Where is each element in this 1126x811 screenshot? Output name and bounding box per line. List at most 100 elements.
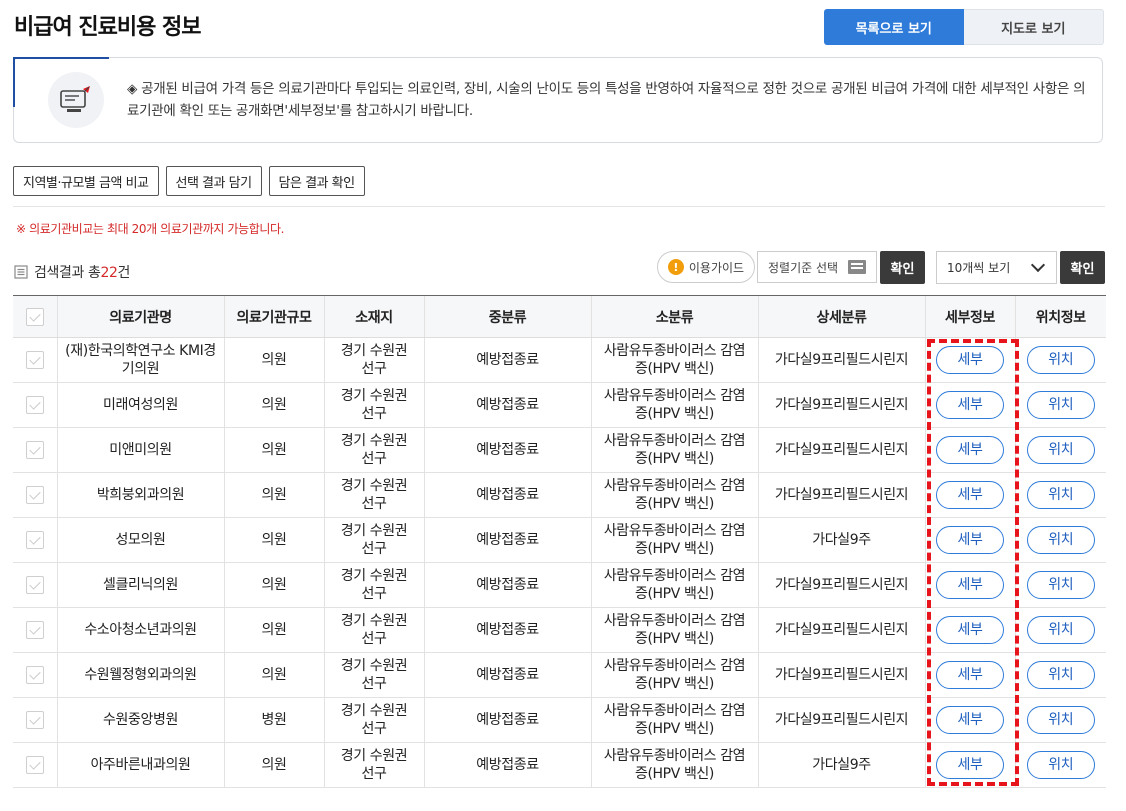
cell-name: 박희붕외과의원	[56, 472, 224, 518]
info-icon: !	[667, 259, 684, 275]
cell-detail-info: 세부	[924, 697, 1015, 743]
select-all-checkbox[interactable]	[25, 307, 44, 326]
location-button[interactable]: 위치	[1026, 661, 1095, 689]
divider	[13, 206, 1105, 207]
detail-button[interactable]: 세부	[936, 481, 1004, 509]
detail-button[interactable]: 세부	[936, 616, 1004, 644]
cell-scale: 의원	[223, 517, 324, 563]
sort-select-label: 정렬기준 선택	[768, 260, 839, 275]
cell-location-info: 위치	[1014, 742, 1106, 788]
cell-detail: 가다실9프리필드시린지	[757, 427, 925, 473]
detail-button[interactable]: 세부	[936, 571, 1004, 599]
usage-guide-button[interactable]: ! 이용가이드	[657, 251, 755, 283]
row-checkbox[interactable]	[25, 486, 44, 504]
cell-scale: 병원	[223, 697, 324, 743]
cell-location-info: 위치	[1014, 382, 1106, 428]
location-button[interactable]: 위치	[1026, 436, 1095, 464]
sort-select[interactable]: 정렬기준 선택	[757, 251, 877, 283]
row-checkbox[interactable]	[25, 441, 44, 459]
notice-box: ◈ 공개된 비급여 가격 등은 의료기관마다 투입되는 의료인력, 장비, 시술…	[13, 57, 1103, 143]
cell-location-info: 위치	[1014, 697, 1106, 743]
cell-detail-info: 세부	[924, 742, 1015, 788]
row-checkbox-cell	[13, 607, 57, 653]
cell-scale: 의원	[223, 382, 324, 428]
cell-mid: 예방접종료	[423, 607, 591, 653]
location-button[interactable]: 위치	[1026, 571, 1095, 599]
table-row: 미앤미의원 의원 경기 수원권선구 예방접종료 사람유두종바이러스 감염증(HPV 백신…	[13, 427, 1106, 473]
detail-button[interactable]: 세부	[936, 346, 1004, 374]
detail-button[interactable]: 세부	[936, 391, 1004, 419]
add-selection-button[interactable]: 선택 결과 담기	[165, 166, 262, 196]
cell-detail-info: 세부	[924, 337, 1015, 383]
cell-sub: 사람유두종바이러스 감염증(HPV 백신)	[590, 562, 758, 608]
detail-button[interactable]: 세부	[936, 661, 1004, 689]
list-doc-icon	[14, 265, 28, 279]
cell-mid: 예방접종료	[423, 562, 591, 608]
cell-detail: 가다실9프리필드시린지	[757, 607, 925, 653]
row-checkbox[interactable]	[25, 666, 44, 684]
row-checkbox[interactable]	[25, 621, 44, 639]
cell-sub: 사람유두종바이러스 감염증(HPV 백신)	[590, 517, 758, 563]
compare-limit-warning: ※ 의료기관비교는 최대 20개 의료기관까지 가능합니다.	[16, 222, 285, 236]
cell-detail: 가다실9프리필드시린지	[757, 472, 925, 518]
location-button[interactable]: 위치	[1026, 526, 1095, 554]
select-all-cell	[13, 295, 57, 338]
page-size-select[interactable]: 10개씩 보기	[936, 251, 1057, 284]
table-row: 수원웰정형외과의원 의원 경기 수원권선구 예방접종료 사람유두종바이러스 감염증(HP…	[13, 652, 1106, 698]
list-icon	[848, 260, 866, 274]
cell-mid: 예방접종료	[423, 652, 591, 698]
cell-sub: 사람유두종바이러스 감염증(HPV 백신)	[590, 337, 758, 383]
cell-detail-info: 세부	[924, 472, 1015, 518]
row-checkbox-cell	[13, 742, 57, 788]
notice-text: ◈ 공개된 비급여 가격 등은 의료기관마다 투입되는 의료인력, 장비, 시술…	[127, 81, 1086, 119]
column-header-detail: 상세분류	[757, 295, 925, 338]
cell-sub: 사람유두종바이러스 감염증(HPV 백신)	[590, 472, 758, 518]
page-size-confirm-button[interactable]: 확인	[1060, 251, 1105, 284]
table-header-row: 의료기관명 의료기관규모 소재지 중분류 소분류 상세분류 세부정보 위치정보	[13, 295, 1106, 338]
detail-button[interactable]: 세부	[936, 751, 1004, 779]
cell-location-info: 위치	[1014, 562, 1106, 608]
row-checkbox[interactable]	[25, 531, 44, 549]
table-row: 아주바른내과의원 의원 경기 수원권선구 예방접종료 사람유두종바이러스 감염증(HPV…	[13, 742, 1106, 788]
cell-name: (재)한국의학연구소 KMI경기의원	[56, 337, 224, 383]
row-checkbox-cell	[13, 382, 57, 428]
row-checkbox[interactable]	[25, 711, 44, 729]
location-button[interactable]: 위치	[1026, 391, 1095, 419]
location-button[interactable]: 위치	[1026, 346, 1095, 374]
cell-location-info: 위치	[1014, 472, 1106, 518]
cell-detail-info: 세부	[924, 517, 1015, 563]
sort-confirm-button[interactable]: 확인	[880, 251, 925, 284]
location-button[interactable]: 위치	[1026, 706, 1095, 734]
location-button[interactable]: 위치	[1026, 481, 1095, 509]
column-header-detail-info: 세부정보	[924, 295, 1015, 338]
compare-region-button[interactable]: 지역별·규모별 금액 비교	[13, 166, 159, 196]
column-header-sub: 소분류	[590, 295, 758, 338]
row-checkbox[interactable]	[25, 756, 44, 774]
results-table: 의료기관명 의료기관규모 소재지 중분류 소분류 상세분류 세부정보 위치정보 …	[13, 295, 1106, 788]
location-button[interactable]: 위치	[1026, 616, 1095, 644]
cell-detail: 가다실9프리필드시린지	[757, 562, 925, 608]
row-checkbox[interactable]	[25, 396, 44, 414]
result-suffix: 건	[117, 265, 130, 281]
cell-name: 미앤미의원	[56, 427, 224, 473]
table-row: (재)한국의학연구소 KMI경기의원 의원 경기 수원권선구 예방접종료 사람유두종바이…	[13, 337, 1106, 383]
page-size-label: 10개씩 보기	[947, 261, 1011, 275]
cell-scale: 의원	[223, 607, 324, 653]
cell-location: 경기 수원권선구	[323, 517, 424, 563]
row-checkbox[interactable]	[25, 351, 44, 369]
detail-button[interactable]: 세부	[936, 436, 1004, 464]
location-button[interactable]: 위치	[1026, 751, 1095, 779]
view-saved-button[interactable]: 담은 결과 확인	[268, 166, 365, 196]
map-view-button[interactable]: 지도로 보기	[963, 9, 1104, 45]
cell-sub: 사람유두종바이러스 감염증(HPV 백신)	[590, 607, 758, 653]
detail-button[interactable]: 세부	[936, 526, 1004, 554]
action-buttons: 지역별·규모별 금액 비교 선택 결과 담기 담은 결과 확인	[13, 166, 365, 196]
notice-accent	[14, 57, 109, 59]
page-title: 비급여 진료비용 정보	[14, 15, 201, 40]
row-checkbox-cell	[13, 472, 57, 518]
detail-button[interactable]: 세부	[936, 706, 1004, 734]
list-view-button[interactable]: 목록으로 보기	[824, 9, 964, 45]
row-checkbox[interactable]	[25, 576, 44, 594]
cell-detail-info: 세부	[924, 382, 1015, 428]
row-checkbox-cell	[13, 697, 57, 743]
